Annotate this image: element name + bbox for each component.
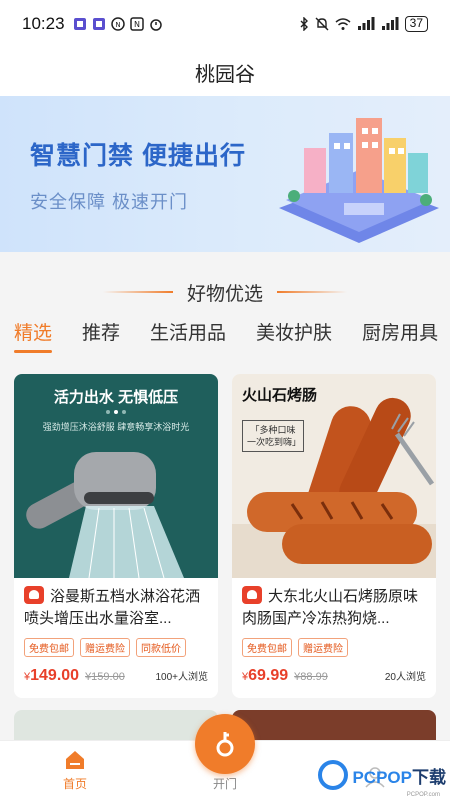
tag-free-shipping: 免费包邮	[242, 638, 292, 657]
system-status-icons: 37	[299, 16, 428, 32]
banner-title: 智慧门禁 便捷出行	[30, 142, 246, 170]
product-image: 火山石烤肠 「多种口味 一次吃到嗨」	[232, 374, 436, 578]
product-image: 活力出水 无惧低压 强劲增压沐浴舒服 肆意畅享沐浴时光	[14, 374, 218, 578]
product-title: 大东北火山石烤肠原味肉肠国产冷冻热狗烧...	[242, 588, 419, 627]
mute-icon	[315, 17, 329, 31]
signal-icon	[357, 17, 375, 30]
nfc-icon: N	[110, 17, 125, 31]
nfc-icon: N	[129, 17, 144, 31]
decorative-line	[102, 291, 173, 293]
svg-text:N: N	[115, 21, 120, 29]
tab-beauty[interactable]: 美妆护肤	[256, 318, 332, 353]
home-icon	[66, 751, 84, 769]
product-card[interactable]: 活力出水 无惧低压 强劲增压沐浴舒服 肆意畅享沐浴时光 浴曼斯五档水淋浴花洒喷头…	[14, 374, 218, 698]
app-notification-icon	[73, 18, 86, 30]
image-caption: 火山石烤肠	[242, 387, 318, 404]
nav-home-label: 首页	[62, 777, 87, 791]
product-tags: 免费包邮 赠运费险 同款低价	[24, 638, 208, 657]
original-price: ¥159.00	[85, 671, 125, 683]
watermark-text: PCPOP下载	[352, 763, 446, 788]
tab-featured[interactable]: 精选	[14, 318, 53, 353]
product-title-row: 大东北火山石烤肠原味肉肠国产冷冻热狗烧...	[242, 586, 426, 630]
app-header: 桃园谷	[0, 48, 450, 96]
tag-shipping-insurance: 赠运费险	[298, 638, 348, 657]
status-bar: 10:23 N N 37	[0, 0, 450, 48]
bluetooth-icon	[300, 17, 308, 31]
product-price: 69.99	[248, 667, 289, 684]
signal-icon	[381, 17, 399, 30]
nav-open-door[interactable]: 开门	[185, 775, 265, 792]
price-row: ¥ 149.00 ¥159.00 100+人浏览	[24, 667, 208, 685]
image-note: 「多种口味 一次吃到嗨」	[242, 420, 304, 452]
product-info: 大东北火山石烤肠原味肉肠国产冷冻热狗烧... 免费包邮 赠运费险 ¥ 69.99…	[232, 578, 436, 685]
product-grid: 活力出水 无惧低压 强劲增压沐浴舒服 肆意畅享沐浴时光 浴曼斯五档水淋浴花洒喷头…	[14, 374, 436, 698]
category-tabs: 精选 推荐 生活用品 美妆护肤 厨房用具	[0, 318, 450, 360]
store-icon	[242, 586, 262, 604]
watermark-logo-icon	[318, 760, 349, 790]
svg-text:N: N	[134, 20, 140, 29]
section-title: 好物优选	[186, 283, 263, 305]
status-time: 10:23	[22, 14, 65, 33]
price-row: ¥ 69.99 ¥88.99 20人浏览	[242, 667, 426, 685]
open-door-button[interactable]	[195, 714, 255, 774]
product-tags: 免费包邮 赠运费险	[242, 638, 426, 657]
banner-subtitle: 安全保障 极速开门	[30, 192, 189, 212]
nav-open-label: 开门	[212, 777, 237, 791]
product-info: 浴曼斯五档水淋浴花洒喷头增压出水量浴室... 免费包邮 赠运费险 同款低价 ¥ …	[14, 578, 218, 685]
section-header: 好物优选	[0, 272, 450, 312]
notification-icons: N N	[73, 17, 163, 31]
tag-free-shipping: 免费包邮	[24, 638, 74, 657]
watermark-suffix: 下载	[412, 767, 446, 787]
tab-daily-goods[interactable]: 生活用品	[150, 318, 226, 353]
watermark: PCPOP下载	[318, 760, 446, 790]
tag-shipping-insurance: 赠运费险	[80, 638, 130, 657]
view-count: 20人浏览	[384, 672, 426, 683]
app-screen: 10:23 N N 37 桃园谷 智慧门禁 便捷出行 安全保障 极速开门 好物优…	[0, 0, 450, 800]
battery-level: 37	[404, 16, 428, 32]
product-price: 149.00	[30, 667, 80, 684]
product-title: 浴曼斯五档水淋浴花洒喷头增压出水量浴室...	[24, 588, 201, 627]
promo-banner[interactable]: 智慧门禁 便捷出行 安全保障 极速开门	[0, 96, 450, 252]
tag-low-price: 同款低价	[136, 638, 186, 657]
key-icon	[216, 732, 234, 757]
page-title: 桃园谷	[195, 63, 255, 86]
city-buildings-illustration	[279, 118, 439, 243]
tab-kitchen[interactable]: 厨房用具	[362, 318, 438, 353]
product-card[interactable]: 火山石烤肠 「多种口味 一次吃到嗨」 大东北火山石烤肠原味肉肠国产冷冻热狗烧..…	[232, 374, 436, 698]
alarm-icon	[149, 19, 162, 31]
product-title-row: 浴曼斯五档水淋浴花洒喷头增压出水量浴室...	[24, 586, 208, 630]
wifi-icon	[335, 18, 351, 30]
store-icon	[24, 586, 44, 604]
watermark-small-text: PCPOP.com	[406, 792, 440, 798]
watermark-brand: PCPOP	[352, 767, 412, 787]
tab-recommended[interactable]: 推荐	[82, 318, 120, 353]
decorative-line	[277, 291, 347, 293]
shower-head-illustration	[26, 410, 184, 578]
app-notification-icon	[92, 18, 105, 30]
nav-home[interactable]: 首页	[35, 749, 115, 792]
view-count: 100+人浏览	[155, 672, 208, 683]
original-price: ¥88.99	[294, 671, 328, 683]
